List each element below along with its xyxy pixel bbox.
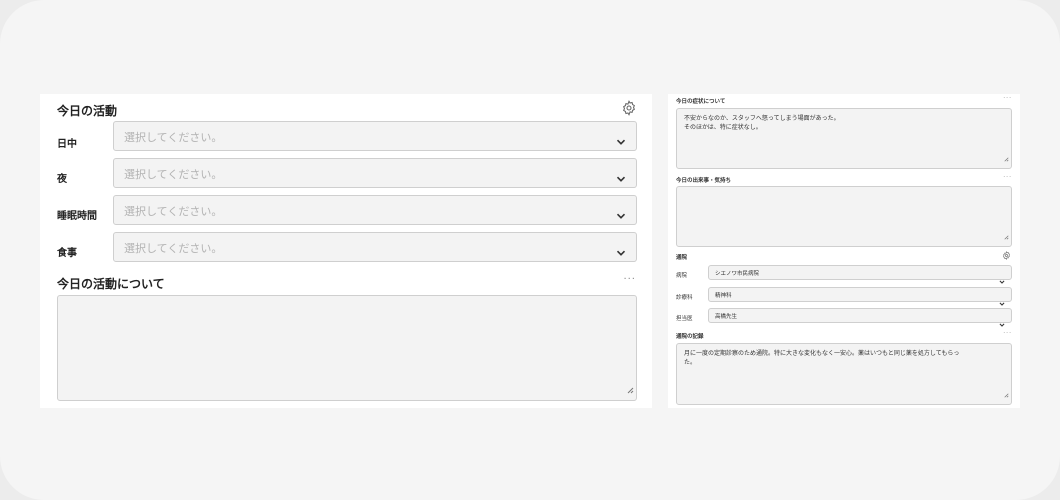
- symptoms-textarea[interactable]: 不安からなのか、スタッフへ怒ってしまう場面があった。 そのほかは、特に症状なし。: [676, 108, 1012, 169]
- visit-record-line-2: た。: [684, 359, 697, 366]
- chevron-down-icon: [616, 169, 626, 188]
- doctor-select[interactable]: 高橋先生: [708, 308, 1012, 327]
- resize-handle-icon[interactable]: [1004, 225, 1009, 244]
- symptoms-line-1: 不安からなのか、スタッフへ怒ってしまう場面があった。: [684, 115, 840, 122]
- doctor-value: 高橋先生: [715, 314, 738, 320]
- symptoms-label: 今日の症状について: [676, 99, 726, 105]
- sleep-time-placeholder: 選択してください。: [124, 205, 223, 218]
- gear-icon[interactable]: [1002, 251, 1011, 260]
- meal-label: 食事: [57, 248, 77, 259]
- events-textarea[interactable]: [676, 186, 1012, 247]
- meal-placeholder: 選択してください。: [124, 242, 223, 255]
- events-label: 今日の出来事・気持ち: [676, 178, 732, 184]
- chevron-down-icon: [616, 243, 626, 262]
- night-label: 夜: [57, 174, 67, 185]
- department-value: 精神科: [715, 293, 732, 299]
- activity-title: 今日の活動: [57, 104, 118, 118]
- daytime-select[interactable]: 選択してください。: [113, 121, 637, 151]
- activity-notes-textarea[interactable]: [57, 295, 637, 401]
- department-select[interactable]: 精神科: [708, 287, 1012, 306]
- night-placeholder: 選択してください。: [124, 168, 223, 181]
- sleep-time-label: 睡眠時間: [57, 211, 97, 222]
- more-icon[interactable]: ···: [1003, 95, 1012, 102]
- gear-icon[interactable]: [621, 100, 637, 116]
- resize-handle-icon[interactable]: [1004, 147, 1009, 166]
- daytime-placeholder: 選択してください。: [124, 131, 223, 144]
- activity-panel: 今日の活動 日中 選択してください。 夜 選択してください。 睡眠時間 選択して…: [40, 94, 652, 408]
- visit-record-line-1: 月に一度の定期診察のため通院。特に大きな変化もなく一安心。薬はいつもと同じ薬を処…: [684, 350, 960, 357]
- hospital-value: シエノワ市民病院: [715, 271, 760, 277]
- more-icon[interactable]: ···: [623, 274, 636, 285]
- hospital-label: 病院: [676, 273, 688, 279]
- night-select[interactable]: 選択してください。: [113, 158, 637, 188]
- doctor-label: 担当医: [676, 316, 693, 322]
- hospital-title: 通院: [676, 255, 688, 261]
- activity-notes-title: 今日の活動について: [57, 277, 165, 291]
- more-icon[interactable]: ···: [1003, 174, 1012, 181]
- daily-record-panel: 今日の症状について ··· 不安からなのか、スタッフへ怒ってしまう場面があった。…: [668, 94, 1020, 408]
- hospital-select[interactable]: シエノワ市民病院: [708, 265, 1012, 284]
- more-icon[interactable]: ···: [1003, 330, 1012, 337]
- sleep-time-select[interactable]: 選択してください。: [113, 195, 637, 225]
- resize-handle-icon[interactable]: [627, 379, 634, 398]
- chevron-down-icon: [616, 132, 626, 151]
- meal-select[interactable]: 選択してください。: [113, 232, 637, 262]
- resize-handle-icon[interactable]: [1004, 383, 1009, 402]
- chevron-down-icon: [616, 206, 626, 225]
- visit-record-textarea[interactable]: 月に一度の定期診察のため通院。特に大きな変化もなく一安心。薬はいつもと同じ薬を処…: [676, 343, 1012, 405]
- visit-record-label: 通院の記録: [676, 334, 704, 340]
- department-label: 診療科: [676, 295, 693, 301]
- symptoms-line-2: そのほかは、特に症状なし。: [684, 124, 762, 131]
- daytime-label: 日中: [57, 139, 77, 150]
